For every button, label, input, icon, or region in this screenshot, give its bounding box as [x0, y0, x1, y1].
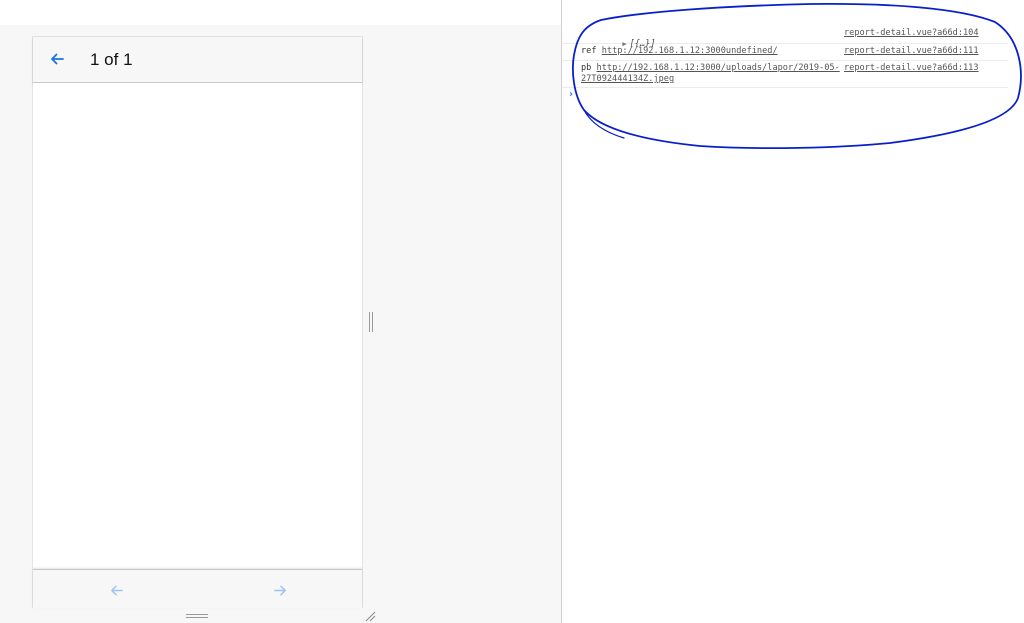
log-url-link[interactable]: http://192.168.1.12:3000/uploads/lapor/2…	[581, 63, 840, 84]
console-log-message: ref http://192.168.1.12:3000undefined/	[581, 46, 843, 57]
screen: 1 of 1 ▶ [{…}] report-detail.vue?a66d:10…	[0, 0, 1024, 623]
log-source-link[interactable]: report-detail.vue?a66d:111	[844, 46, 979, 57]
arrow-left-icon	[51, 53, 64, 65]
arrow-right-icon	[273, 585, 286, 595]
console-log-row: ref http://192.168.1.12:3000undefined/ r…	[562, 43, 1008, 61]
viewport-resize-handle-right[interactable]	[368, 312, 374, 332]
log-url-link[interactable]: http://192.168.1.12:3000undefined/	[602, 46, 778, 56]
app-footer	[33, 569, 362, 608]
resize-grip-icon	[365, 611, 376, 622]
log-label: ref	[581, 46, 597, 56]
console-prompt[interactable]: ›	[568, 89, 574, 100]
console-panel: ▶ [{…}] report-detail.vue?a66d:104 ref ht…	[562, 25, 1024, 623]
previous-button[interactable]	[105, 579, 127, 601]
content-area	[33, 83, 362, 569]
mobile-app-frame: 1 of 1	[32, 36, 363, 608]
log-source-link[interactable]: report-detail.vue?a66d:104	[844, 28, 979, 39]
console-log-row: ▶ [{…}] report-detail.vue?a66d:104	[562, 25, 1008, 49]
console-log-row: pb http://192.168.1.12:3000/uploads/lapo…	[562, 60, 1008, 88]
console-log-message: pb http://192.168.1.12:3000/uploads/lapo…	[581, 63, 843, 85]
page-indicator: 1 of 1	[90, 50, 133, 69]
viewport-resize-handle-corner[interactable]	[364, 609, 376, 622]
log-label: pb	[581, 63, 592, 73]
next-button[interactable]	[269, 579, 291, 601]
device-viewport: 1 of 1	[0, 25, 562, 623]
log-source-link[interactable]: report-detail.vue?a66d:113	[844, 63, 979, 74]
back-button[interactable]	[45, 47, 69, 71]
app-header: 1 of 1	[33, 37, 362, 83]
arrow-left-icon	[110, 585, 123, 595]
viewport-resize-handle-bottom[interactable]	[186, 613, 208, 619]
